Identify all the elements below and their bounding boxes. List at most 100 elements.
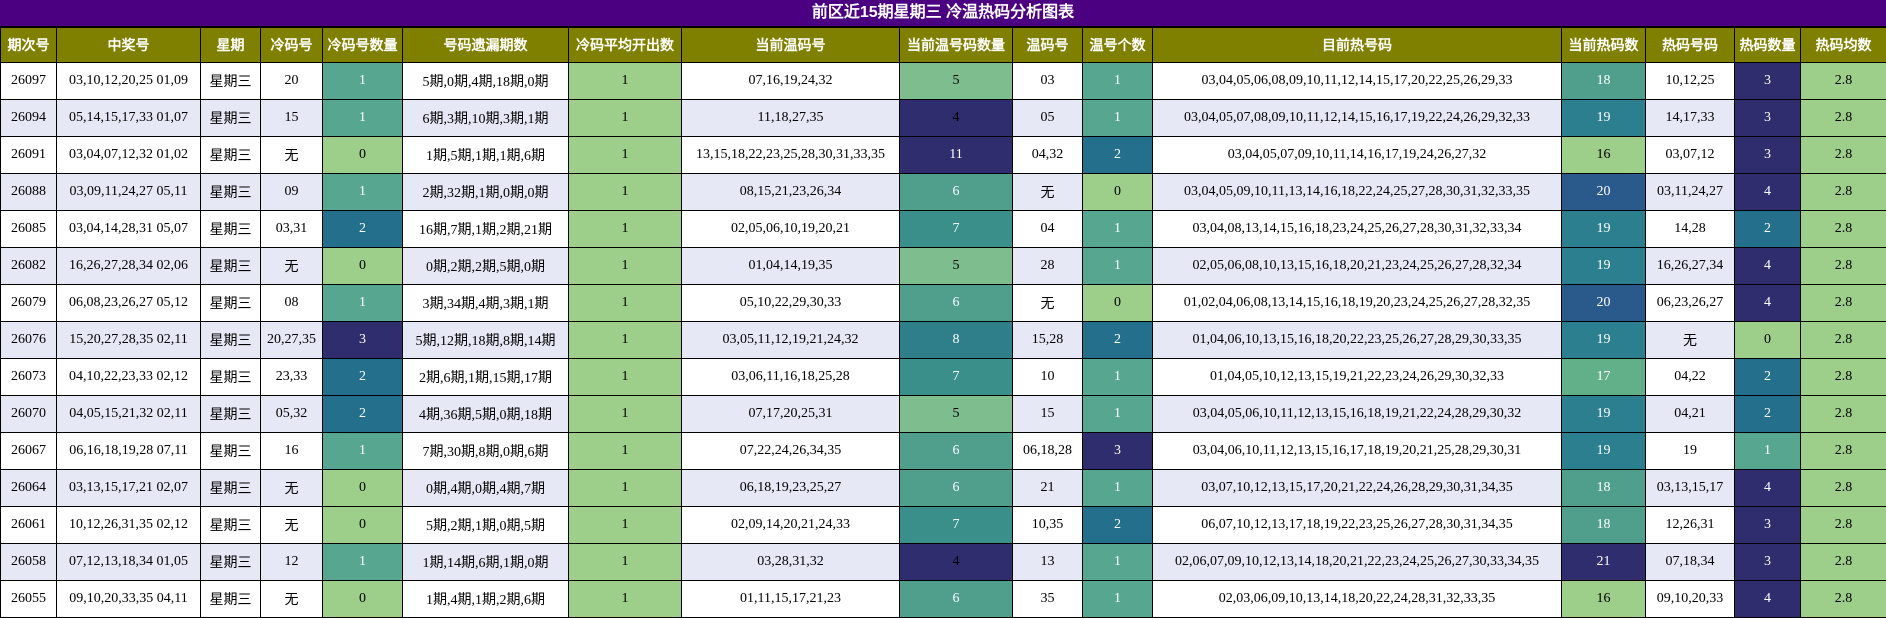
cell-warm-count: 6 — [900, 174, 1013, 211]
cell-cold-numbers: 无 — [261, 507, 323, 544]
cell-cold-average: 1 — [569, 174, 682, 211]
cell-weekday: 星期三 — [201, 211, 261, 248]
column-header: 温码号 — [1013, 28, 1083, 63]
cell-warm-count-2: 1 — [1083, 470, 1153, 507]
column-header: 热码均数 — [1801, 28, 1886, 63]
cell-warm-count-2: 1 — [1083, 100, 1153, 137]
chart-root: 前区近15期星期三 冷温热码分析图表 期次号中奖号星期冷码号冷码号数量号码遗漏期… — [0, 0, 1886, 618]
cell-period: 26079 — [1, 285, 57, 322]
cell-hot-numbers: 06,07,10,12,13,17,18,19,22,23,25,26,27,2… — [1153, 507, 1562, 544]
cell-cold-count: 0 — [323, 581, 403, 618]
table-title: 前区近15期星期三 冷温热码分析图表 — [0, 0, 1886, 27]
cell-cold-count: 0 — [323, 248, 403, 285]
cell-warm-numbers: 03,06,11,16,18,25,28 — [682, 359, 900, 396]
column-header: 期次号 — [1, 28, 57, 63]
cell-winning-numbers: 03,04,14,28,31 05,07 — [57, 211, 201, 248]
cell-warm-numbers: 13,15,18,22,23,25,28,30,31,33,35 — [682, 137, 900, 174]
cell-hot-average: 2.8 — [1801, 100, 1886, 137]
cell-warm-code: 无 — [1013, 285, 1083, 322]
cell-cold-numbers: 05,32 — [261, 396, 323, 433]
cell-period: 26067 — [1, 433, 57, 470]
cell-warm-numbers: 11,18,27,35 — [682, 100, 900, 137]
cell-weekday: 星期三 — [201, 174, 261, 211]
cell-cold-numbers: 23,33 — [261, 359, 323, 396]
cell-period: 26064 — [1, 470, 57, 507]
cell-hot-count: 17 — [1562, 359, 1646, 396]
cell-warm-count: 4 — [900, 544, 1013, 581]
cell-cold-average: 1 — [569, 544, 682, 581]
cell-warm-numbers: 07,22,24,26,34,35 — [682, 433, 900, 470]
cell-warm-code: 13 — [1013, 544, 1083, 581]
cell-period: 26094 — [1, 100, 57, 137]
cell-hot-average: 2.8 — [1801, 322, 1886, 359]
cell-hot-count: 18 — [1562, 63, 1646, 100]
cell-hot-numbers: 03,04,05,07,08,09,10,11,12,14,15,16,17,1… — [1153, 100, 1562, 137]
cell-weekday: 星期三 — [201, 359, 261, 396]
cell-weekday: 星期三 — [201, 285, 261, 322]
cell-warm-numbers: 01,11,15,17,21,23 — [682, 581, 900, 618]
cell-warm-code: 15,28 — [1013, 322, 1083, 359]
column-header: 当前温码号 — [682, 28, 900, 63]
cell-cold-count: 1 — [323, 174, 403, 211]
cell-hot-code-count: 4 — [1735, 581, 1801, 618]
cell-weekday: 星期三 — [201, 544, 261, 581]
cell-warm-count-2: 1 — [1083, 211, 1153, 248]
cell-miss-periods: 1期,4期,1期,2期,6期 — [403, 581, 569, 618]
cell-hot-numbers: 03,04,05,06,08,09,10,11,12,14,15,17,20,2… — [1153, 63, 1562, 100]
cell-winning-numbers: 06,08,23,26,27 05,12 — [57, 285, 201, 322]
cell-cold-count: 1 — [323, 544, 403, 581]
cell-cold-numbers: 08 — [261, 285, 323, 322]
cell-cold-average: 1 — [569, 63, 682, 100]
cell-hot-code-count: 3 — [1735, 100, 1801, 137]
table-row: 2607615,20,27,28,35 02,11星期三20,27,3535期,… — [1, 322, 1886, 359]
cell-hot-code: 14,17,33 — [1646, 100, 1735, 137]
cell-cold-average: 1 — [569, 359, 682, 396]
cell-miss-periods: 0期,2期,2期,5期,0期 — [403, 248, 569, 285]
cell-cold-average: 1 — [569, 433, 682, 470]
cell-hot-code-count: 1 — [1735, 433, 1801, 470]
cell-hot-average: 2.8 — [1801, 581, 1886, 618]
cell-winning-numbers: 09,10,20,33,35 04,11 — [57, 581, 201, 618]
cell-warm-count-2: 1 — [1083, 63, 1153, 100]
cell-hot-average: 2.8 — [1801, 507, 1886, 544]
table-row: 2608216,26,27,28,34 02,06星期三无00期,2期,2期,5… — [1, 248, 1886, 285]
cell-weekday: 星期三 — [201, 248, 261, 285]
cell-warm-numbers: 07,17,20,25,31 — [682, 396, 900, 433]
cell-miss-periods: 1期,14期,6期,1期,0期 — [403, 544, 569, 581]
cell-warm-code: 05 — [1013, 100, 1083, 137]
cell-warm-count-2: 1 — [1083, 544, 1153, 581]
cell-miss-periods: 3期,34期,4期,3期,1期 — [403, 285, 569, 322]
cell-cold-average: 1 — [569, 100, 682, 137]
cell-winning-numbers: 05,14,15,17,33 01,07 — [57, 100, 201, 137]
cell-hot-code: 12,26,31 — [1646, 507, 1735, 544]
cell-hot-numbers: 02,03,06,09,10,13,14,18,20,22,24,28,31,3… — [1153, 581, 1562, 618]
cell-period: 26076 — [1, 322, 57, 359]
cell-warm-count: 7 — [900, 359, 1013, 396]
cell-hot-count: 18 — [1562, 470, 1646, 507]
cell-winning-numbers: 10,12,26,31,35 02,12 — [57, 507, 201, 544]
cell-period: 26097 — [1, 63, 57, 100]
column-header: 冷码号数量 — [323, 28, 403, 63]
table-row: 2606706,16,18,19,28 07,11星期三1617期,30期,8期… — [1, 433, 1886, 470]
cell-weekday: 星期三 — [201, 100, 261, 137]
cell-miss-periods: 4期,36期,5期,0期,18期 — [403, 396, 569, 433]
cell-cold-count: 3 — [323, 322, 403, 359]
table-body: 2609703,10,12,20,25 01,09星期三2015期,0期,4期,… — [1, 63, 1886, 618]
cell-miss-periods: 1期,5期,1期,1期,6期 — [403, 137, 569, 174]
cell-hot-code-count: 2 — [1735, 396, 1801, 433]
cell-hot-numbers: 03,04,08,13,14,15,16,18,23,24,25,26,27,2… — [1153, 211, 1562, 248]
cell-cold-count: 0 — [323, 137, 403, 174]
cell-warm-count: 8 — [900, 322, 1013, 359]
cell-hot-code-count: 0 — [1735, 322, 1801, 359]
column-header: 中奖号 — [57, 28, 201, 63]
cell-hot-average: 2.8 — [1801, 433, 1886, 470]
cell-hot-average: 2.8 — [1801, 211, 1886, 248]
cell-winning-numbers: 03,10,12,20,25 01,09 — [57, 63, 201, 100]
cell-miss-periods: 5期,12期,18期,8期,14期 — [403, 322, 569, 359]
cell-warm-count-2: 2 — [1083, 137, 1153, 174]
column-header: 星期 — [201, 28, 261, 63]
cell-hot-numbers: 01,04,06,10,13,15,16,18,20,22,23,25,26,2… — [1153, 322, 1562, 359]
cell-hot-numbers: 01,04,05,10,12,13,15,19,21,22,23,24,26,2… — [1153, 359, 1562, 396]
cell-hot-code: 14,28 — [1646, 211, 1735, 248]
table-row: 2605509,10,20,33,35 04,11星期三无01期,4期,1期,2… — [1, 581, 1886, 618]
